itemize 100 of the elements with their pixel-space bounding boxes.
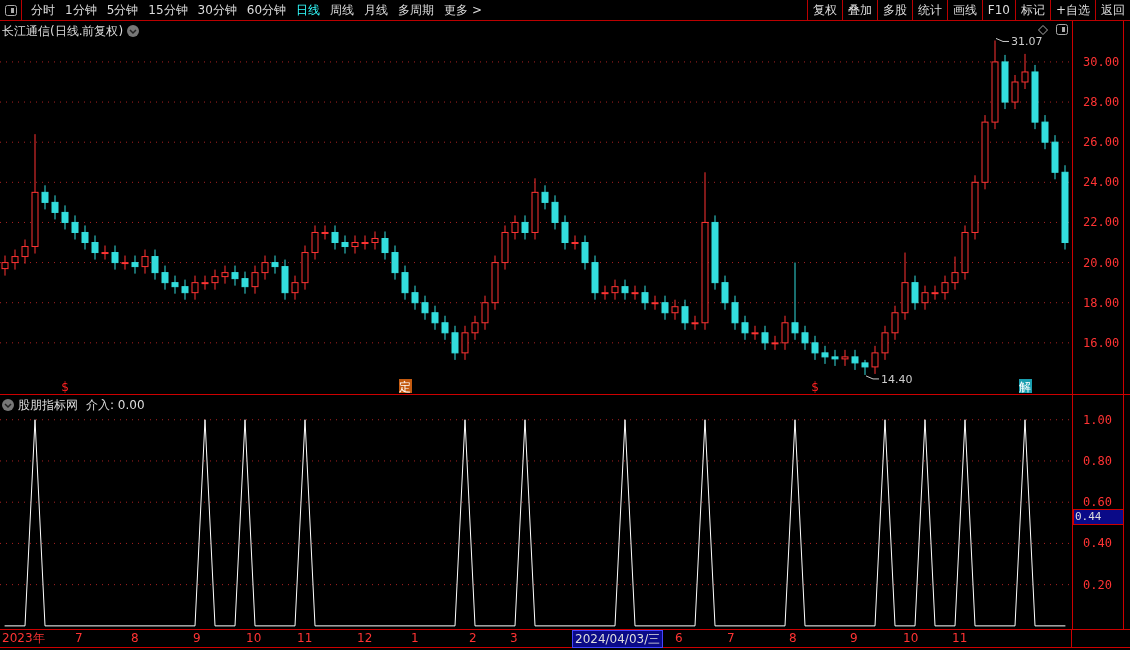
period-tab[interactable]: 60分钟 [241, 0, 292, 20]
axis-tick-label: 30.00 [1083, 53, 1120, 71]
candlestick [231, 265, 239, 287]
candlestick [641, 285, 649, 311]
candlestick [241, 271, 249, 295]
candlestick [871, 345, 879, 375]
candlestick [631, 285, 639, 301]
candlestick [451, 325, 459, 361]
candlestick [831, 349, 839, 367]
candlestick [361, 235, 369, 251]
candlestick [611, 279, 619, 301]
panel-toggle-icon[interactable] [1056, 24, 1068, 35]
axis-label: 11 [952, 630, 968, 646]
candlestick [1021, 53, 1029, 90]
candlestick [841, 349, 849, 367]
candlestick [251, 265, 259, 295]
candlestick [511, 214, 519, 240]
candlestick [541, 184, 549, 210]
period-tab[interactable]: 月线 [359, 0, 394, 20]
axis-tick-label: 0.80 [1083, 452, 1112, 470]
candlestick [1041, 114, 1049, 150]
axis-label: 3 [510, 630, 518, 646]
candlestick [561, 214, 569, 251]
candlestick [111, 245, 119, 271]
panel-toggle-icon[interactable] [4, 4, 17, 16]
signal-marker: $ [811, 380, 819, 394]
axis-label: 9 [193, 630, 201, 646]
candlestick [391, 245, 399, 281]
period-tab[interactable]: 15分钟 [143, 0, 193, 20]
candlestick [931, 285, 939, 301]
candlestick [661, 295, 669, 321]
candlestick [51, 194, 59, 220]
axis-label: 2023年 [2, 630, 45, 646]
candlestick [961, 224, 969, 281]
candlestick [141, 249, 149, 275]
candlestick [851, 349, 859, 371]
candlestick [951, 256, 959, 291]
candlestick [221, 265, 229, 285]
candlestick [151, 249, 159, 281]
axis-tick-label: 24.00 [1083, 174, 1120, 192]
candlestick [971, 174, 979, 240]
candlestick [11, 249, 19, 271]
chevron-down-icon[interactable] [127, 25, 140, 37]
period-tab[interactable]: 分时 [26, 0, 60, 20]
cursor-date: 2024/04/03/三 [572, 630, 664, 648]
axis-label: 10 [903, 630, 919, 646]
period-tab[interactable]: 1分钟 [60, 0, 102, 20]
candlestick [741, 315, 749, 341]
candlestick [521, 214, 529, 240]
axis-label: 2 [469, 630, 477, 646]
axis-tick-label: 20.00 [1083, 254, 1120, 272]
candlestick [1011, 74, 1019, 110]
period-tab[interactable]: 5分钟 [101, 0, 144, 20]
candlestick [61, 204, 69, 230]
candlestick [811, 335, 819, 361]
candlestick [181, 279, 189, 301]
candlestick [531, 177, 539, 240]
chevron-down-icon[interactable] [2, 399, 14, 411]
candlestick [801, 325, 809, 351]
candlestick [761, 325, 769, 351]
candlestick [261, 255, 269, 281]
candlestick [101, 245, 109, 261]
candlestick [571, 235, 579, 251]
candlestick [591, 255, 599, 301]
candlestick [501, 224, 509, 271]
candlestick [431, 305, 439, 331]
candlestick [341, 235, 349, 255]
candlestick [881, 325, 889, 361]
axis-tick-label: 1.00 [1083, 411, 1112, 429]
price-label: 31.07 [1011, 35, 1043, 49]
candlestick [91, 235, 99, 261]
candlestick [921, 285, 929, 311]
candlestick [1001, 54, 1009, 110]
period-tab[interactable]: 更多 > [439, 0, 487, 20]
candlestick [601, 285, 609, 301]
axis-tick-label: 18.00 [1083, 294, 1120, 312]
candlestick [771, 335, 779, 351]
candlestick [71, 214, 79, 240]
candlestick [441, 315, 449, 341]
candlestick [191, 275, 199, 301]
diamond-icon[interactable] [1038, 24, 1048, 35]
candlestick [301, 245, 309, 291]
period-tab[interactable]: 日线 [291, 0, 326, 20]
axis-label: 7 [75, 630, 83, 646]
period-tab[interactable]: 30分钟 [192, 0, 242, 20]
axis-tick-label: 22.00 [1083, 214, 1120, 232]
candlestick [331, 224, 339, 251]
candlestick [551, 194, 559, 230]
axis-label: 12 [357, 630, 373, 646]
cursor-value: 0.44 [1073, 509, 1124, 526]
candlestick [681, 299, 689, 331]
candlestick [201, 275, 209, 291]
period-tab[interactable]: 周线 [325, 0, 360, 20]
candlestick [901, 252, 909, 321]
axis-label: 8 [131, 630, 139, 646]
candlestick [311, 224, 319, 261]
indicator-reading: 介入: 0.00 [86, 397, 145, 414]
signal-marker: 定 [399, 379, 412, 394]
period-tab[interactable]: 多周期 [393, 0, 440, 20]
candlestick [291, 275, 299, 301]
